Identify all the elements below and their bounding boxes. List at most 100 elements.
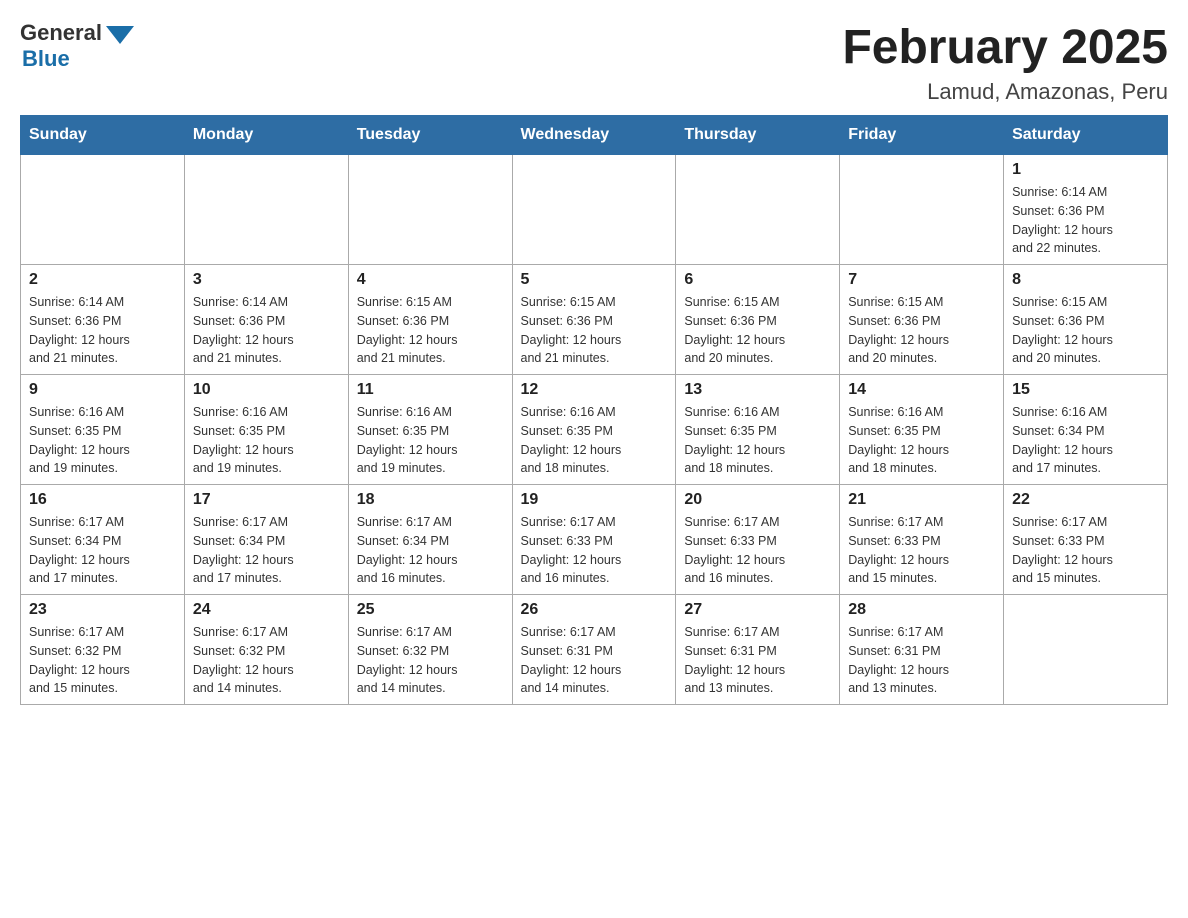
calendar-cell: 1 Sunrise: 6:14 AM Sunset: 6:36 PM Daylig…	[1004, 155, 1168, 265]
day-info: Sunrise: 6:17 AM Sunset: 6:33 PM Dayligh…	[848, 513, 995, 588]
day-info: Sunrise: 6:17 AM Sunset: 6:33 PM Dayligh…	[521, 513, 668, 588]
calendar-cell: 13 Sunrise: 6:16 AM Sunset: 6:35 PM Dayli…	[676, 375, 840, 485]
day-header-monday: Monday	[184, 116, 348, 155]
day-number: 13	[684, 381, 831, 399]
page-header: General Blue February 2025 Lamud, Amazon…	[20, 20, 1168, 105]
day-number: 17	[193, 491, 340, 509]
calendar-cell: 2Sunrise: 6:14 AM Sunset: 6:36 PM Daylig…	[21, 265, 185, 375]
day-number: 7	[848, 271, 995, 289]
day-number: 3	[193, 271, 340, 289]
day-info: Sunrise: 6:17 AM Sunset: 6:34 PM Dayligh…	[357, 513, 504, 588]
calendar-cell	[21, 155, 185, 265]
day-number: 9	[29, 381, 176, 399]
month-title: February 2025	[842, 20, 1168, 75]
day-header-tuesday: Tuesday	[348, 116, 512, 155]
day-number: 11	[357, 381, 504, 399]
day-number: 22	[1012, 491, 1159, 509]
day-info: Sunrise: 6:17 AM Sunset: 6:31 PM Dayligh…	[848, 623, 995, 698]
calendar-cell: 10 Sunrise: 6:16 AM Sunset: 6:35 PM Dayli…	[184, 375, 348, 485]
calendar-cell: 22 Sunrise: 6:17 AM Sunset: 6:33 PM Dayli…	[1004, 485, 1168, 595]
day-info: Sunrise: 6:14 AM Sunset: 6:36 PM Dayligh…	[193, 293, 340, 368]
calendar-cell: 16 Sunrise: 6:17 AM Sunset: 6:34 PM Dayli…	[21, 485, 185, 595]
day-info: Sunrise: 6:16 AM Sunset: 6:35 PM Dayligh…	[29, 403, 176, 478]
day-header-friday: Friday	[840, 116, 1004, 155]
calendar-cell: 24 Sunrise: 6:17 AM Sunset: 6:32 PM Dayli…	[184, 595, 348, 705]
logo: General Blue	[20, 20, 134, 72]
day-number: 27	[684, 601, 831, 619]
day-number: 14	[848, 381, 995, 399]
day-header-wednesday: Wednesday	[512, 116, 676, 155]
week-row-4: 16 Sunrise: 6:17 AM Sunset: 6:34 PM Dayli…	[21, 485, 1168, 595]
day-number: 8	[1012, 271, 1159, 289]
day-info: Sunrise: 6:16 AM Sunset: 6:34 PM Dayligh…	[1012, 403, 1159, 478]
day-number: 19	[521, 491, 668, 509]
calendar-table: SundayMondayTuesdayWednesdayThursdayFrid…	[20, 115, 1168, 705]
calendar-cell	[184, 155, 348, 265]
calendar-cell	[512, 155, 676, 265]
day-number: 2	[29, 271, 176, 289]
location-title: Lamud, Amazonas, Peru	[842, 79, 1168, 105]
calendar-cell: 26 Sunrise: 6:17 AM Sunset: 6:31 PM Dayli…	[512, 595, 676, 705]
day-number: 15	[1012, 381, 1159, 399]
calendar-cell	[840, 155, 1004, 265]
day-info: Sunrise: 6:16 AM Sunset: 6:35 PM Dayligh…	[193, 403, 340, 478]
calendar-cell: 25 Sunrise: 6:17 AM Sunset: 6:32 PM Dayli…	[348, 595, 512, 705]
day-number: 1	[1012, 161, 1159, 179]
day-number: 24	[193, 601, 340, 619]
day-number: 23	[29, 601, 176, 619]
day-info: Sunrise: 6:15 AM Sunset: 6:36 PM Dayligh…	[521, 293, 668, 368]
day-info: Sunrise: 6:17 AM Sunset: 6:31 PM Dayligh…	[684, 623, 831, 698]
day-info: Sunrise: 6:17 AM Sunset: 6:31 PM Dayligh…	[521, 623, 668, 698]
day-number: 28	[848, 601, 995, 619]
calendar-cell: 20 Sunrise: 6:17 AM Sunset: 6:33 PM Dayli…	[676, 485, 840, 595]
calendar-cell: 14 Sunrise: 6:16 AM Sunset: 6:35 PM Dayli…	[840, 375, 1004, 485]
day-info: Sunrise: 6:16 AM Sunset: 6:35 PM Dayligh…	[357, 403, 504, 478]
calendar-cell: 23 Sunrise: 6:17 AM Sunset: 6:32 PM Dayli…	[21, 595, 185, 705]
day-header-thursday: Thursday	[676, 116, 840, 155]
calendar-cell: 8 Sunrise: 6:15 AM Sunset: 6:36 PM Daylig…	[1004, 265, 1168, 375]
day-info: Sunrise: 6:14 AM Sunset: 6:36 PM Dayligh…	[1012, 183, 1159, 258]
day-number: 16	[29, 491, 176, 509]
day-info: Sunrise: 6:15 AM Sunset: 6:36 PM Dayligh…	[1012, 293, 1159, 368]
calendar-cell: 27 Sunrise: 6:17 AM Sunset: 6:31 PM Dayli…	[676, 595, 840, 705]
day-number: 20	[684, 491, 831, 509]
day-header-sunday: Sunday	[21, 116, 185, 155]
calendar-cell: 17 Sunrise: 6:17 AM Sunset: 6:34 PM Dayli…	[184, 485, 348, 595]
day-number: 25	[357, 601, 504, 619]
day-info: Sunrise: 6:17 AM Sunset: 6:34 PM Dayligh…	[193, 513, 340, 588]
days-header-row: SundayMondayTuesdayWednesdayThursdayFrid…	[21, 116, 1168, 155]
week-row-3: 9 Sunrise: 6:16 AM Sunset: 6:35 PM Daylig…	[21, 375, 1168, 485]
calendar-cell	[676, 155, 840, 265]
day-info: Sunrise: 6:15 AM Sunset: 6:36 PM Dayligh…	[848, 293, 995, 368]
day-info: Sunrise: 6:17 AM Sunset: 6:32 PM Dayligh…	[29, 623, 176, 698]
week-row-2: 2 Sunrise: 6:14 AM Sunset: 6:36 PM Daylig…	[21, 265, 1168, 375]
day-info: Sunrise: 6:15 AM Sunset: 6:36 PM Dayligh…	[684, 293, 831, 368]
calendar-cell: 7 Sunrise: 6:15 AM Sunset: 6:36 PM Daylig…	[840, 265, 1004, 375]
calendar-cell: 9 Sunrise: 6:16 AM Sunset: 6:35 PM Daylig…	[21, 375, 185, 485]
day-info: Sunrise: 6:17 AM Sunset: 6:34 PM Dayligh…	[29, 513, 176, 588]
day-number: 6	[684, 271, 831, 289]
day-info: Sunrise: 6:17 AM Sunset: 6:32 PM Dayligh…	[193, 623, 340, 698]
day-number: 4	[357, 271, 504, 289]
day-number: 10	[193, 381, 340, 399]
day-number: 26	[521, 601, 668, 619]
calendar-cell: 19 Sunrise: 6:17 AM Sunset: 6:33 PM Dayli…	[512, 485, 676, 595]
title-area: February 2025 Lamud, Amazonas, Peru	[842, 20, 1168, 105]
calendar-cell: 6 Sunrise: 6:15 AM Sunset: 6:36 PM Daylig…	[676, 265, 840, 375]
logo-general-text: General	[20, 20, 102, 46]
week-row-5: 23 Sunrise: 6:17 AM Sunset: 6:32 PM Dayli…	[21, 595, 1168, 705]
day-info: Sunrise: 6:17 AM Sunset: 6:32 PM Dayligh…	[357, 623, 504, 698]
day-info: Sunrise: 6:16 AM Sunset: 6:35 PM Dayligh…	[684, 403, 831, 478]
day-info: Sunrise: 6:17 AM Sunset: 6:33 PM Dayligh…	[684, 513, 831, 588]
calendar-cell: 21 Sunrise: 6:17 AM Sunset: 6:33 PM Dayli…	[840, 485, 1004, 595]
day-number: 5	[521, 271, 668, 289]
calendar-cell: 28 Sunrise: 6:17 AM Sunset: 6:31 PM Dayli…	[840, 595, 1004, 705]
day-info: Sunrise: 6:16 AM Sunset: 6:35 PM Dayligh…	[848, 403, 995, 478]
calendar-cell: 5 Sunrise: 6:15 AM Sunset: 6:36 PM Daylig…	[512, 265, 676, 375]
calendar-cell: 18Sunrise: 6:17 AM Sunset: 6:34 PM Dayli…	[348, 485, 512, 595]
logo-blue-text: Blue	[22, 46, 70, 72]
day-info: Sunrise: 6:15 AM Sunset: 6:36 PM Dayligh…	[357, 293, 504, 368]
day-header-saturday: Saturday	[1004, 116, 1168, 155]
day-info: Sunrise: 6:17 AM Sunset: 6:33 PM Dayligh…	[1012, 513, 1159, 588]
day-number: 21	[848, 491, 995, 509]
